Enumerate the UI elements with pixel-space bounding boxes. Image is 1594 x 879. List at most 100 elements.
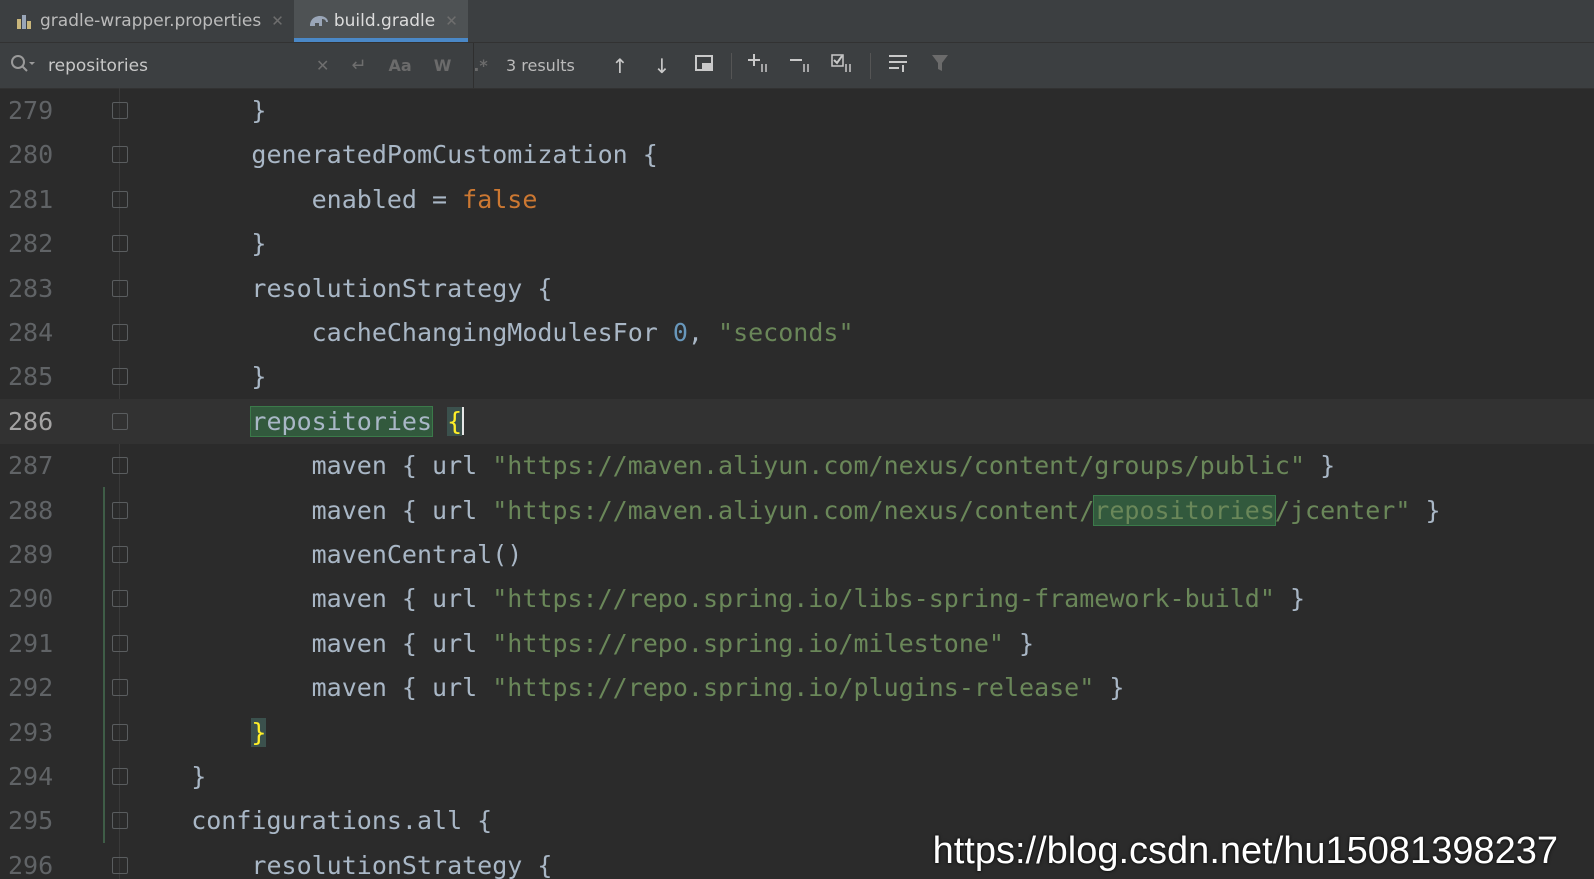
fold-marker-icon[interactable] [112, 190, 128, 208]
line-number: 296 [8, 850, 54, 879]
editor-tab-bar: gradle-wrapper.properties ✕ build.gradle… [0, 0, 1594, 43]
toolbar-divider [730, 52, 732, 79]
line-number: 294 [8, 762, 54, 791]
code-line[interactable]: 290 maven { url "https://repo.spring.io/… [0, 576, 1594, 621]
code-text: } [251, 717, 267, 747]
code-text: resolutionStrategy { [131, 273, 553, 303]
line-number: 286 [8, 406, 54, 436]
line-number: 279 [8, 96, 54, 125]
code-line[interactable]: 280 generatedPomCustomization { [0, 132, 1594, 177]
code-text: cacheChangingModulesFor 0, "seconds" [131, 318, 854, 347]
code-text: maven { url "https://repo.spring.io/plug… [131, 673, 1125, 703]
tab-build-gradle[interactable]: build.gradle ✕ [293, 0, 468, 42]
line-number: 290 [8, 584, 54, 614]
next-occurrence-icon[interactable]: ↓ [641, 54, 683, 78]
code-text: configurations.all { [131, 806, 493, 836]
code-line[interactable]: 288 maven { url "https://maven.aliyun.co… [0, 488, 1594, 533]
fold-marker-icon[interactable] [112, 679, 128, 697]
code-line[interactable]: 283 resolutionStrategy { [0, 266, 1594, 311]
fold-marker-icon[interactable] [112, 279, 128, 297]
code-line[interactable]: 279 } [0, 88, 1594, 133]
tab-label: gradle-wrapper.properties [40, 11, 262, 31]
line-number: 280 [8, 140, 54, 170]
code-line[interactable]: 286 repositories { [0, 398, 1594, 444]
close-icon[interactable]: ✕ [271, 12, 284, 30]
code-text: } [131, 229, 267, 259]
code-line[interactable]: 289 mavenCentral() [0, 532, 1594, 577]
fold-marker-icon[interactable] [112, 457, 128, 475]
line-number: 293 [8, 717, 54, 747]
open-in-window-icon[interactable] [683, 53, 725, 78]
fold-marker-icon[interactable] [112, 412, 128, 430]
fold-marker-icon[interactable] [112, 102, 128, 119]
search-icon[interactable] [10, 54, 36, 78]
fold-marker-icon[interactable] [112, 146, 128, 164]
code-text: maven { url "https://maven.aliyun.com/ne… [131, 494, 1441, 526]
fold-marker-icon[interactable] [112, 723, 128, 741]
tab-label: build.gradle [333, 11, 436, 31]
code-text: maven { url "https://maven.aliyun.com/ne… [131, 451, 1336, 481]
code-text: generatedPomCustomization { [131, 140, 658, 170]
line-number: 281 [8, 184, 54, 214]
code-text: } [131, 762, 207, 791]
code-editor[interactable]: 279 } 280 generatedPomCustomization {281 … [0, 88, 1594, 879]
fold-marker-icon[interactable] [112, 501, 128, 519]
code-text: maven { url "https://repo.spring.io/libs… [131, 584, 1306, 614]
code-text: } [131, 96, 267, 125]
filter-icon[interactable] [919, 52, 961, 79]
regex-toggle[interactable]: .* [473, 56, 487, 75]
select-all-occurrences-icon[interactable] [822, 52, 864, 79]
results-count: 3 results [506, 56, 575, 75]
fold-marker-icon[interactable] [112, 768, 128, 785]
line-number: 287 [8, 451, 54, 481]
code-line[interactable]: 281 enabled = false [0, 177, 1594, 222]
line-number: 284 [8, 318, 54, 347]
previous-occurrence-icon[interactable]: ↑ [599, 54, 641, 78]
code-line[interactable]: 282 } [0, 221, 1594, 266]
fold-marker-icon[interactable] [112, 235, 128, 253]
line-number: 285 [8, 362, 54, 392]
code-line[interactable]: 292 maven { url "https://repo.spring.io/… [0, 665, 1594, 710]
code-text: repositories { [250, 405, 465, 437]
line-number: 292 [8, 673, 54, 703]
line-number: 289 [8, 540, 54, 569]
fold-marker-icon[interactable] [112, 368, 128, 386]
add-occurrence-icon[interactable] [738, 52, 780, 79]
fold-marker-icon[interactable] [112, 634, 128, 652]
clear-icon[interactable]: ✕ [316, 56, 329, 75]
toolbar-divider [869, 52, 871, 79]
fold-marker-icon[interactable] [112, 546, 128, 563]
fold-marker-icon[interactable] [112, 590, 128, 608]
code-text: resolutionStrategy { [131, 850, 553, 879]
remove-occurrence-icon[interactable] [780, 52, 822, 79]
line-number: 288 [8, 495, 54, 525]
new-line-icon[interactable]: ↵ [351, 55, 366, 76]
code-line[interactable]: 284 cacheChangingModulesFor 0, "seconds" [0, 310, 1594, 355]
code-text: maven { url "https://repo.spring.io/mile… [131, 628, 1035, 658]
line-number: 295 [8, 806, 54, 836]
match-case-toggle[interactable]: Aa [389, 56, 412, 75]
filter-search-results-icon[interactable] [877, 52, 919, 79]
code-line[interactable]: 293 } [0, 710, 1594, 755]
fold-marker-icon[interactable] [112, 856, 128, 874]
code-line[interactable]: 285 } [0, 354, 1594, 399]
search-field: ✕ ↵ Aa W .* [0, 43, 488, 88]
line-number: 283 [8, 273, 54, 303]
close-icon[interactable]: ✕ [445, 12, 458, 30]
tab-gradle-wrapper-properties[interactable]: gradle-wrapper.properties ✕ [0, 0, 294, 42]
code-line[interactable]: 294 } [0, 754, 1594, 799]
code-text: mavenCentral() [131, 540, 523, 569]
code-line[interactable]: 291 maven { url "https://repo.spring.io/… [0, 621, 1594, 666]
whole-words-toggle[interactable]: W [434, 56, 452, 75]
properties-file-icon [14, 11, 34, 31]
code-text: enabled = false [131, 184, 538, 214]
code-line[interactable]: 287 maven { url "https://maven.aliyun.co… [0, 443, 1594, 488]
find-bar: ✕ ↵ Aa W .* 3 results ↑ ↓ [0, 43, 1594, 89]
watermark-text: https://blog.csdn.net/hu15081398237 [932, 830, 1558, 872]
code-text: } [131, 362, 267, 392]
fold-marker-icon[interactable] [112, 324, 128, 341]
search-input[interactable] [46, 54, 250, 77]
line-number: 291 [8, 628, 54, 658]
gradle-elephant-icon [308, 11, 328, 31]
fold-marker-icon[interactable] [112, 812, 128, 830]
